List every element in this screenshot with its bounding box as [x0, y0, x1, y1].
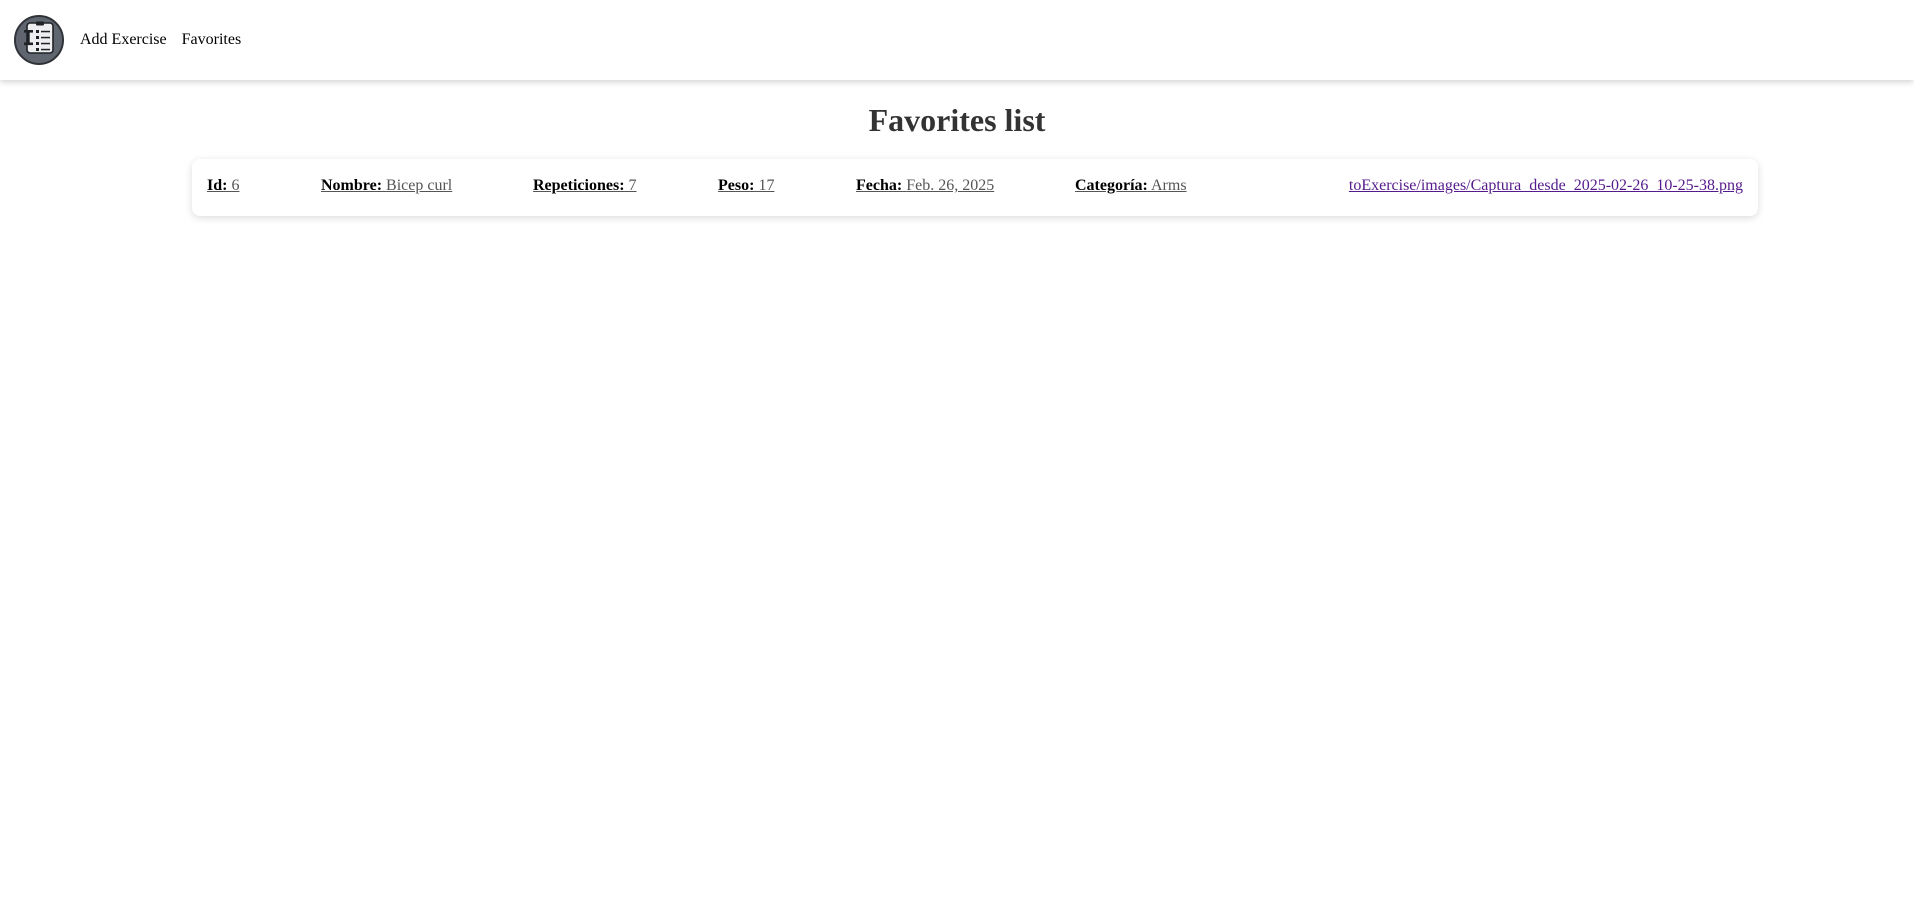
fecha-label: Fecha:	[856, 177, 903, 194]
peso-value: 17	[758, 177, 775, 194]
favorite-peso-link[interactable]: Peso: 17	[718, 177, 774, 195]
logo[interactable]	[14, 15, 64, 65]
favorite-card: Id: 6 Nombre: Bicep curl Repeticiones: 7…	[192, 159, 1758, 216]
repeticiones-label: Repeticiones:	[533, 177, 625, 194]
exercise-checklist-icon	[21, 20, 57, 61]
nav-add-exercise-link[interactable]: Add Exercise	[80, 31, 167, 49]
favorite-image-link[interactable]: toExercise/images/Captura_desde_2025-02-…	[1349, 177, 1743, 195]
favorite-repeticiones-link[interactable]: Repeticiones: 7	[533, 177, 637, 195]
id-label: Id:	[207, 177, 228, 194]
navbar: Add Exercise Favorites	[0, 0, 1914, 80]
page-title: Favorites list	[868, 102, 1046, 138]
favorite-nombre-link[interactable]: Nombre: Bicep curl	[321, 177, 452, 195]
id-value: 6	[231, 177, 240, 194]
repeticiones-value: 7	[628, 177, 637, 194]
fecha-value: Feb. 26, 2025	[906, 177, 995, 194]
favorite-fecha-link[interactable]: Fecha: Feb. 26, 2025	[856, 177, 994, 195]
nombre-value: Bicep curl	[386, 177, 453, 194]
nav-favorites-link[interactable]: Favorites	[182, 31, 242, 49]
peso-label: Peso:	[718, 177, 755, 194]
favorite-categoria-link[interactable]: Categoría: Arms	[1075, 177, 1187, 195]
favorite-id-link[interactable]: Id: 6	[207, 177, 239, 195]
categoria-label: Categoría:	[1075, 177, 1148, 194]
categoria-value: Arms	[1150, 177, 1187, 194]
nombre-label: Nombre:	[321, 177, 383, 194]
